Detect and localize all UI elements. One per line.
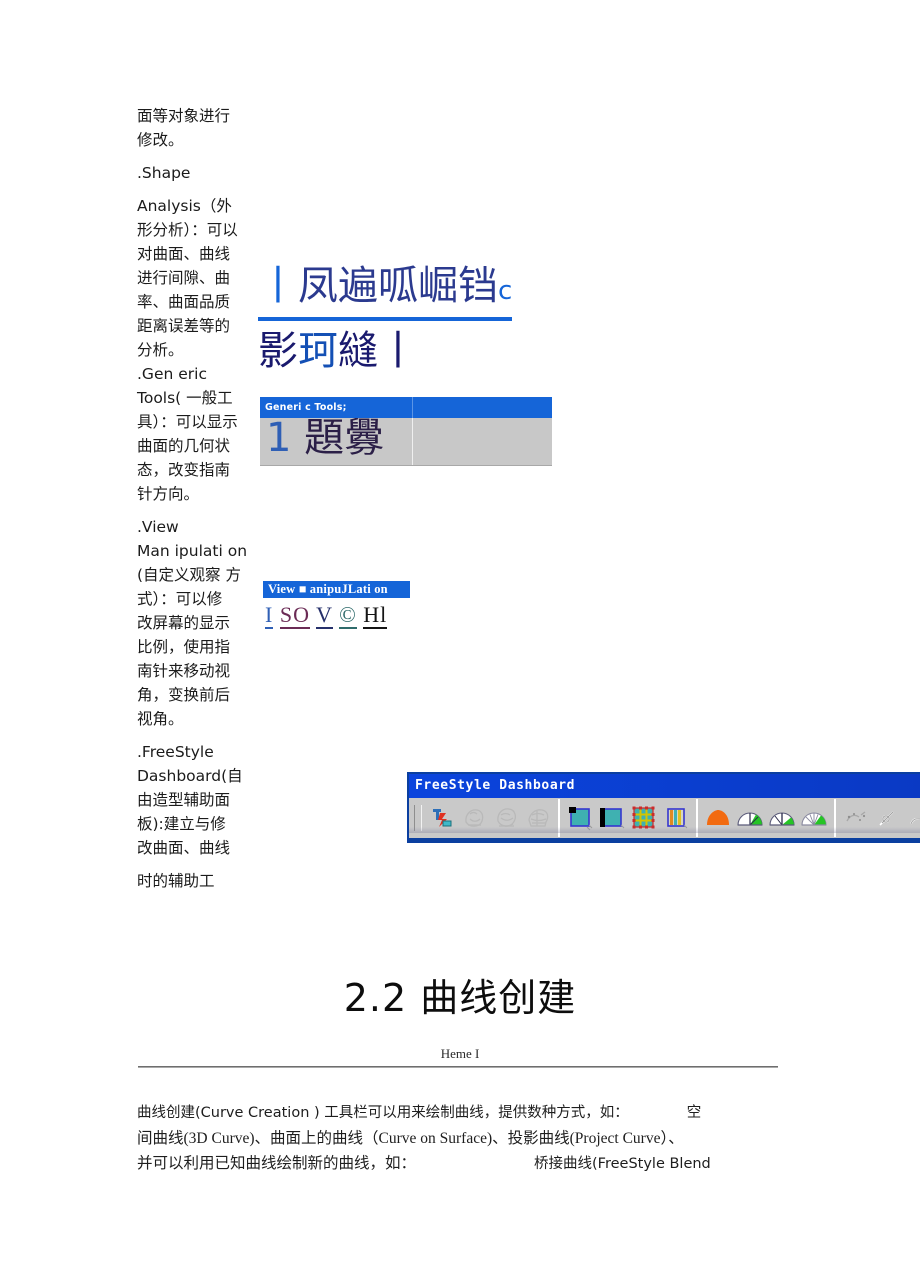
- apply-dressup-icon[interactable]: [427, 803, 457, 833]
- garbled-line2-start: 影: [258, 328, 298, 374]
- hand-surface-icon[interactable]: [523, 803, 553, 833]
- left-line: Analysis（外: [137, 197, 232, 215]
- left-line: (自定义观察 方: [137, 566, 241, 584]
- section-heading: 2.2 曲线创建: [0, 975, 920, 1021]
- freestyle-dashboard-title-bar[interactable]: FreeStyle Dashboard: [409, 774, 920, 798]
- generic-tools-garbled-text: 1 題釁: [266, 418, 384, 462]
- view-glyph-copyright: ©: [339, 602, 357, 629]
- toolbar-drag-grip[interactable]: [414, 805, 422, 831]
- left-line: .Shape: [137, 164, 191, 182]
- generic-tools-title-bar[interactable]: Generi c Tools;: [260, 397, 552, 418]
- left-line: 修改。: [137, 131, 184, 149]
- body-paragraph: 曲线创建(Curve Creation ) 工具栏可以用来绘制曲线，提供数种方式…: [137, 1101, 787, 1177]
- paragraph-line-2: 间曲线(3D Curve)、曲面上的曲线（Curve on Surface)、投…: [137, 1130, 684, 1147]
- toolbar-separator: [834, 799, 836, 837]
- generic-tools-body[interactable]: 1 題釁: [260, 418, 552, 466]
- left-line: 率、曲面品质: [137, 293, 231, 311]
- left-line: 时的辅助工: [137, 872, 215, 890]
- half-display-icon[interactable]: [597, 803, 627, 833]
- freestyle-dashboard-icon-strip[interactable]: [409, 798, 920, 843]
- garbled-heading-line-2: 影珂縫丨: [258, 329, 588, 373]
- left-line: 距离误差等的: [137, 317, 231, 335]
- freestyle-icon-group-2: [564, 803, 692, 833]
- left-line: 角，变换前后: [137, 686, 231, 704]
- left-line: 比例，使用指: [137, 638, 231, 656]
- garbled-main-glyphs: 凤遍呱崛铛: [298, 263, 498, 309]
- toolbar-separator: [696, 799, 698, 837]
- garbled-tail-glyph: c: [498, 276, 513, 306]
- left-line: .Gen eric: [137, 365, 207, 383]
- grid-mesh-icon[interactable]: [629, 803, 659, 833]
- left-line: Dashboard(自: [137, 767, 243, 785]
- left-line: 板):建立与修: [137, 815, 226, 833]
- freestyle-icon-group-3: [702, 803, 830, 833]
- left-line: 态，改变指南: [137, 461, 231, 479]
- left-line: 式）：可以修: [137, 590, 223, 608]
- left-line: 对曲面、曲线: [137, 245, 231, 263]
- left-line: 具）：可以显示: [137, 413, 238, 431]
- generic-tools-garbled-number: 1: [266, 418, 292, 461]
- freestyle-dashboard-toolbar[interactable]: FreeStyle Dashboard: [407, 772, 920, 843]
- garbled-lead-glyph: 丨: [258, 263, 298, 309]
- garbled-heading-line-1: 丨凤遍呱崛铛c: [258, 262, 513, 321]
- view-glyph-so: SO: [279, 602, 310, 629]
- freestyle-icon-group-4: [840, 803, 920, 833]
- left-line: 南针来移动视: [137, 662, 231, 680]
- left-line: 改曲面、曲线: [137, 839, 231, 857]
- view-glyph-i: I: [265, 602, 274, 629]
- left-line: 针方向。: [137, 485, 200, 503]
- left-text-column: 面等对象进行 修改。 .Shape Analysis（外 形分析）：可以 对曲面…: [137, 104, 255, 893]
- view-glyph-hl: Hl: [363, 602, 388, 629]
- left-line: Man ipulati on: [137, 542, 248, 560]
- left-line: 由造型辅助面: [137, 791, 231, 809]
- stripes-display-icon[interactable]: [661, 803, 691, 833]
- curve-tool-icon[interactable]: [905, 803, 920, 833]
- view-manipulation-toolbar[interactable]: View ■ anipuJLati on I SO V © Hl: [263, 581, 410, 629]
- paragraph-line-3-tail: 桥接曲线(FreeStyle Blend: [534, 1156, 711, 1172]
- quick-display-icon[interactable]: [565, 803, 595, 833]
- left-line: .FreeStyle: [137, 743, 214, 761]
- paragraph-line-3: 并可以利用已知曲线绘制新的曲线，如： 桥接曲线(FreeStyle Blend: [137, 1151, 787, 1177]
- left-line: 进行间隙、曲: [137, 269, 231, 287]
- document-page: 面等对象进行 修改。 .Shape Analysis（外 形分析）：可以 对曲面…: [0, 0, 920, 1280]
- left-line: 改屏幕的显示: [137, 614, 231, 632]
- section-number: 2.2: [343, 976, 408, 1020]
- left-line: Tools( 一般工: [137, 389, 233, 407]
- paragraph-line-1: 曲线创建(Curve Creation ) 工具栏可以用来绘制曲线，提供数种方式…: [137, 1101, 787, 1126]
- paragraph-line-3-main: 并可以利用已知曲线绘制新的曲线，如：: [137, 1155, 417, 1172]
- heading-divider-rule: [138, 1066, 778, 1068]
- view-glyph-v: V: [316, 602, 333, 629]
- face-shading-icon[interactable]: [491, 803, 521, 833]
- orange-dome-icon[interactable]: [703, 803, 733, 833]
- view-manipulation-glyph-row: I SO V © Hl: [263, 598, 410, 629]
- left-line: .View: [137, 518, 179, 536]
- left-line: 面等对象进行: [137, 107, 231, 125]
- sketch-tool-icon[interactable]: [841, 803, 871, 833]
- green-gauge-icon[interactable]: [735, 803, 765, 833]
- left-line: 曲面的几何状: [137, 437, 231, 455]
- generic-tools-toolbar[interactable]: Generi c Tools; 1 題釁: [260, 397, 552, 466]
- garbled-line2-end: 縫丨: [338, 328, 418, 374]
- freestyle-icon-group-1: [426, 803, 554, 833]
- garbled-heading-artifact: 丨凤遍呱崛铛c 影珂縫丨: [258, 262, 588, 373]
- green-gauge-dial-icon[interactable]: [799, 803, 829, 833]
- left-line: 分析。: [137, 341, 184, 359]
- green-gauge-split-icon[interactable]: [767, 803, 797, 833]
- view-manipulation-title-bar[interactable]: View ■ anipuJLati on: [263, 581, 410, 598]
- left-line: 形分析）：可以: [137, 221, 238, 239]
- toolbar-separator: [558, 799, 560, 837]
- garbled-line2-mid: 珂: [298, 328, 338, 374]
- paragraph-line-1-tail: 空: [686, 1105, 702, 1121]
- pen-tool-icon[interactable]: [873, 803, 903, 833]
- heme-label: Heme I: [440, 1046, 480, 1061]
- left-line: 视角。: [137, 710, 184, 728]
- smooth-face-icon[interactable]: [459, 803, 489, 833]
- paragraph-line-1-main: 曲线创建(Curve Creation ) 工具栏可以用来绘制曲线，提供数种方式…: [137, 1105, 629, 1121]
- section-title: 曲线创建: [420, 976, 577, 1020]
